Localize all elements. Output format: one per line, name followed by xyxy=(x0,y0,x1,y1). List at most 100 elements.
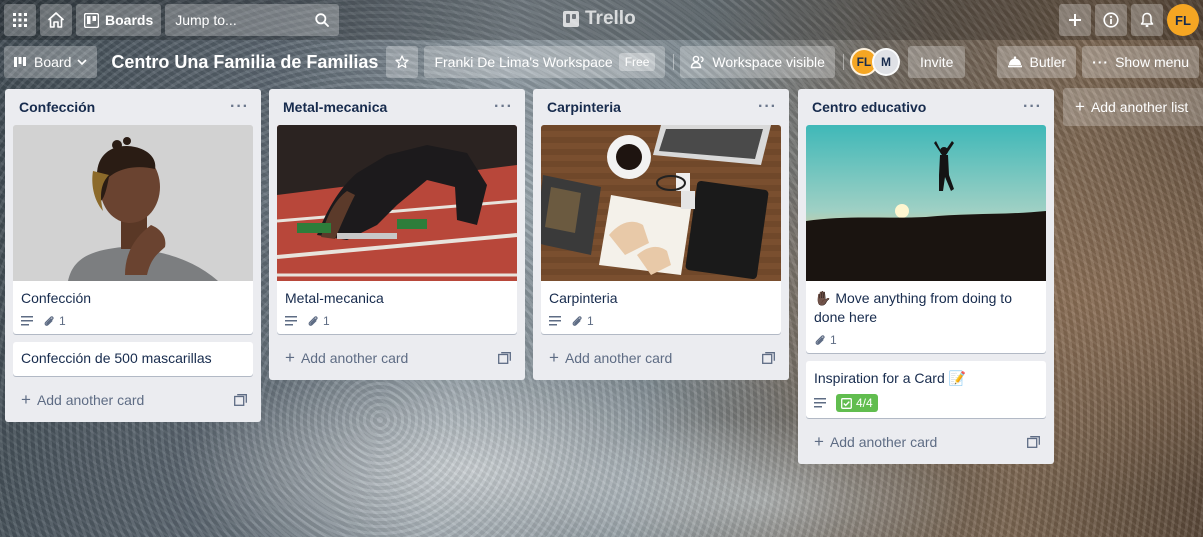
star-button[interactable] xyxy=(386,46,419,78)
list-header[interactable]: Confección ··· xyxy=(13,89,253,125)
description-icon xyxy=(285,316,297,326)
runner-illustration xyxy=(277,125,517,281)
plus-icon: + xyxy=(1075,97,1085,116)
create-button[interactable] xyxy=(1059,4,1091,36)
bell-icon xyxy=(1140,12,1154,27)
plus-icon: + xyxy=(285,348,295,367)
app-name: Trello xyxy=(585,8,636,29)
card-title: Confección xyxy=(21,290,92,306)
user-avatar[interactable]: FL xyxy=(1167,4,1199,36)
show-menu-button[interactable]: ··· Show menu xyxy=(1082,46,1199,78)
list-menu-icon[interactable]: ··· xyxy=(1023,98,1042,116)
butler-button[interactable]: Butler xyxy=(997,46,1077,78)
template-icon[interactable] xyxy=(762,352,775,364)
divider xyxy=(842,54,844,70)
home-icon xyxy=(48,12,64,28)
notifications-button[interactable] xyxy=(1131,4,1163,36)
list-centro-educativo: Centro educativo ··· ✋🏿 Move anything fr… xyxy=(798,89,1054,464)
board-view-switcher[interactable]: Board xyxy=(4,46,98,78)
list-header[interactable]: Centro educativo ··· xyxy=(806,89,1046,125)
card-cover-image xyxy=(13,125,253,281)
list-menu-icon[interactable]: ··· xyxy=(758,98,777,116)
add-card-button[interactable]: + Add another card xyxy=(277,342,517,374)
show-menu-label: Show menu xyxy=(1115,54,1189,70)
attachment-count: 1 xyxy=(830,333,837,347)
portrait-illustration xyxy=(13,125,253,281)
list-title[interactable]: Confección xyxy=(19,99,95,115)
info-button[interactable] xyxy=(1095,4,1127,36)
board-members: FL M xyxy=(849,48,900,76)
member-avatar[interactable]: M xyxy=(871,48,900,76)
visibility-label: Workspace visible xyxy=(712,54,825,70)
card-cover-image xyxy=(541,125,781,281)
list-metal-mecanica: Metal-mecanica ··· Metal-mecanica 1 + Ad… xyxy=(269,89,525,380)
attachment-badge: 1 xyxy=(43,314,66,328)
card[interactable]: Inspiration for a Card 📝 4/4 xyxy=(806,361,1046,418)
desk-illustration xyxy=(541,125,781,281)
card[interactable]: ✋🏿 Move anything from doing to done here… xyxy=(806,125,1046,353)
board-header: Board Centro Una Familia de Familias Fra… xyxy=(0,44,1203,80)
template-icon[interactable] xyxy=(234,394,247,406)
paperclip-icon xyxy=(308,316,318,326)
add-list-button[interactable]: + Add another list xyxy=(1063,88,1203,126)
trello-logo[interactable]: Trello xyxy=(563,8,636,30)
add-card-button[interactable]: + Add another card xyxy=(541,342,781,374)
list-title[interactable]: Carpinteria xyxy=(547,99,621,115)
template-icon[interactable] xyxy=(1027,436,1040,448)
star-icon xyxy=(395,55,410,69)
apps-button[interactable] xyxy=(4,4,36,36)
invite-button[interactable]: Invite xyxy=(907,46,966,78)
jump-placeholder: Jump to... xyxy=(175,12,237,28)
card[interactable]: Metal-mecanica 1 xyxy=(277,125,517,334)
description-icon xyxy=(814,398,826,408)
paperclip-icon xyxy=(815,335,825,345)
attachment-badge: 1 xyxy=(814,333,837,347)
card-title: Carpinteria xyxy=(549,290,618,306)
card[interactable]: Confección de 500 mascarillas xyxy=(13,342,253,376)
plus-icon xyxy=(1069,14,1081,26)
list-menu-icon[interactable]: ··· xyxy=(230,98,249,116)
board-header-right: Butler ··· Show menu xyxy=(997,46,1199,78)
grid-icon xyxy=(13,13,27,27)
home-button[interactable] xyxy=(40,4,72,36)
description-icon xyxy=(549,316,561,326)
list-header[interactable]: Carpinteria ··· xyxy=(541,89,781,125)
boards-icon xyxy=(84,12,99,28)
boards-button[interactable]: Boards xyxy=(76,4,162,36)
paperclip-icon xyxy=(572,316,582,326)
butler-label: Butler xyxy=(1029,54,1067,70)
workspace-plan-badge: Free xyxy=(618,53,656,71)
add-card-button[interactable]: + Add another card xyxy=(806,426,1046,458)
card[interactable]: Carpinteria 1 xyxy=(541,125,781,334)
list-title[interactable]: Centro educativo xyxy=(812,99,926,115)
add-card-label: Add another card xyxy=(36,392,145,408)
add-card-label: Add another card xyxy=(564,350,673,366)
butler-icon xyxy=(1008,56,1023,68)
template-icon[interactable] xyxy=(498,352,511,364)
visibility-button[interactable]: Workspace visible xyxy=(680,46,835,78)
attachment-count: 1 xyxy=(587,314,594,328)
workspace-button[interactable]: Franki De Lima's Workspace Free xyxy=(424,46,666,78)
boards-label: Boards xyxy=(105,12,154,28)
plus-icon: + xyxy=(549,348,559,367)
plus-icon: + xyxy=(21,390,31,409)
sunset-jump-illustration xyxy=(806,125,1046,281)
board-title[interactable]: Centro Una Familia de Familias xyxy=(103,52,386,73)
list-title[interactable]: Metal-mecanica xyxy=(283,99,387,115)
trello-logo-icon xyxy=(563,11,579,27)
card-badges: 1 xyxy=(21,314,245,328)
list-menu-icon[interactable]: ··· xyxy=(494,98,513,116)
add-card-button[interactable]: + Add another card xyxy=(13,384,253,416)
card-title: Confección de 500 mascarillas xyxy=(21,350,212,366)
plus-icon: + xyxy=(814,432,824,451)
card-title: Metal-mecanica xyxy=(285,290,384,306)
card[interactable]: Confección 1 xyxy=(13,125,253,334)
list-carpinteria: Carpinteria ··· Carpinteria 1 + Add anot… xyxy=(533,89,789,380)
card-cover-image xyxy=(277,125,517,281)
add-list-label: Add another list xyxy=(1090,99,1189,115)
chevron-down-icon xyxy=(77,59,87,65)
checklist-badge: 4/4 xyxy=(836,394,878,412)
paperclip-icon xyxy=(44,316,54,326)
list-header[interactable]: Metal-mecanica ··· xyxy=(277,89,517,125)
jump-to-search[interactable]: Jump to... xyxy=(165,4,340,36)
